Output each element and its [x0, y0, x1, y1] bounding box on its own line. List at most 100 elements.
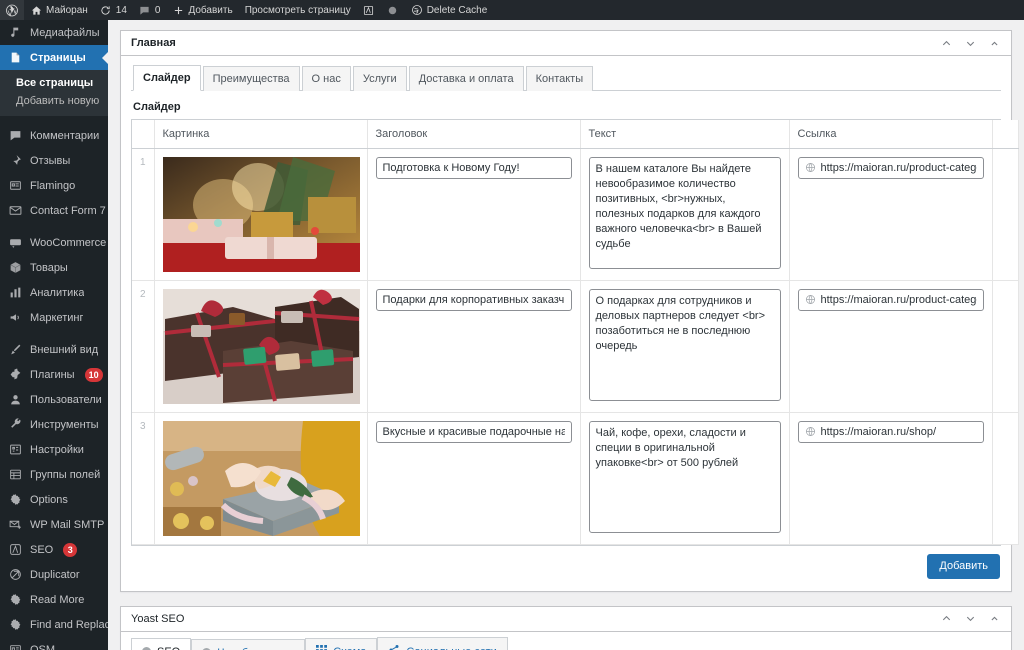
sidebar-item-группы-полей[interactable]: Группы полей [0, 462, 108, 487]
yoast-tab-социальные-сети[interactable]: Социальные сети [377, 636, 508, 650]
tab-доставка-и-оплата[interactable]: Доставка и оплата [408, 66, 524, 91]
sidebar-item-flamingo[interactable]: Flamingo [0, 173, 108, 198]
yoast-tab-label: Читабельность [217, 646, 294, 650]
brown-wrapped-gift-boxes-photo[interactable] [162, 288, 360, 404]
tab-слайдер[interactable]: Слайдер [133, 65, 201, 91]
sidebar-item-страницы[interactable]: Страницы [0, 45, 108, 70]
sidebar-item-маркетинг[interactable]: Маркетинг [0, 305, 108, 330]
cell-title [367, 148, 581, 281]
cell-row-actions[interactable] [992, 280, 1019, 413]
sidebar-item-товары[interactable]: Товары [0, 255, 108, 280]
link-input[interactable]: https://maioran.ru/product-category/stan… [797, 288, 984, 311]
appearance-icon [8, 342, 23, 357]
sidebar-item-read-more[interactable]: Read More [0, 587, 108, 612]
cell-text [580, 412, 790, 545]
new-content-menu[interactable]: Добавить [166, 0, 238, 20]
wordpress-logo-menu[interactable] [0, 0, 24, 20]
sidebar-item-label: Пользователи [30, 393, 102, 406]
sidebar-item-label: Find and Replace [30, 618, 108, 631]
yoast-tab-label: Схема [333, 645, 366, 650]
sidebar-item-wp-mail-smtp[interactable]: WP Mail SMTP [0, 512, 108, 537]
toggle-panel-icon[interactable] [983, 33, 1005, 53]
share-icon [388, 644, 400, 650]
move-up-icon[interactable] [935, 609, 957, 629]
sidebar-item-комментарии[interactable]: Комментарии [0, 123, 108, 148]
repeater-footer: Добавить [131, 546, 1001, 581]
sidebar-item-label: Flamingo [30, 179, 76, 192]
sidebar-item-label: WooCommerce [30, 236, 107, 249]
yoast-tab-seo[interactable]: SEO [131, 637, 192, 650]
cell-title [367, 412, 581, 545]
tab-преимущества[interactable]: Преимущества [202, 66, 300, 91]
move-up-icon[interactable] [935, 33, 957, 53]
postbox-yoast-seo: Yoast SEO SEO Читабельность Схема Социальны… [120, 605, 1012, 650]
cache-icon [411, 4, 423, 16]
updates-menu[interactable]: 14 [94, 0, 133, 20]
view-page-link[interactable]: Просмотреть страницу [239, 0, 357, 20]
title-input[interactable] [375, 420, 572, 443]
sidebar-item-внешний-вид[interactable]: Внешний вид [0, 337, 108, 362]
cell-row-actions[interactable] [992, 148, 1019, 281]
row-order-handle[interactable]: 3 [132, 412, 155, 545]
sidebar-subitem-добавить-новую[interactable]: Добавить новую [0, 92, 108, 110]
text-textarea[interactable] [588, 420, 781, 533]
move-down-icon[interactable] [959, 609, 981, 629]
sidebar-item-options[interactable]: Options [0, 487, 108, 512]
text-textarea[interactable] [588, 288, 781, 401]
sidebar-item-аналитика[interactable]: Аналитика [0, 280, 108, 305]
yoast-tab-читабельность[interactable]: Читабельность [191, 638, 306, 650]
yoast-tab-схема[interactable]: Схема [305, 637, 378, 650]
postbox-header: Главная [121, 31, 1011, 56]
row-order-handle[interactable]: 2 [132, 280, 155, 413]
table-row: 3 https://maioran.ru/shop/ [132, 412, 1019, 545]
sidebar-item-пользователи[interactable]: Пользователи [0, 387, 108, 412]
findreplace-icon [8, 617, 23, 632]
sidebar-item-label: Внешний вид [30, 343, 99, 356]
link-url-text: https://maioran.ru/product-category/new-… [820, 161, 977, 174]
title-input[interactable] [375, 288, 572, 311]
sidebar-item-find-and-replace[interactable]: Find and Replace [0, 612, 108, 637]
add-row-button[interactable]: Добавить [927, 553, 1000, 579]
text-textarea[interactable] [588, 156, 781, 269]
sidebar-item-contact-form-7[interactable]: Contact Form 7 [0, 198, 108, 223]
column-header-kartinka: Картинка [154, 120, 368, 149]
sidebar-item-плагины[interactable]: Плагины 10 [0, 362, 108, 387]
comments-menu[interactable]: 0 [133, 0, 167, 20]
sidebar-item-отзывы[interactable]: Отзывы [0, 148, 108, 173]
christmas-tree-gifts-photo[interactable] [162, 156, 360, 272]
toggle-panel-icon[interactable] [983, 609, 1005, 629]
tab-контакты[interactable]: Контакты [525, 66, 594, 91]
menu-separator [0, 223, 108, 230]
mail-smtp-icon [8, 517, 23, 532]
cell-row-actions[interactable] [992, 412, 1019, 545]
flamingo-icon [8, 178, 23, 193]
hands-wrapping-gift-photo[interactable] [162, 420, 360, 536]
table-row: 2 https://maioran.ru/product-category/sta… [132, 280, 1019, 413]
products-icon [8, 260, 23, 275]
link-input[interactable]: https://maioran.ru/product-category/new-… [797, 156, 984, 179]
sidebar-item-seo[interactable]: SEO 3 [0, 537, 108, 562]
status-circle-menu[interactable] [381, 0, 405, 20]
move-down-icon[interactable] [959, 33, 981, 53]
sidebar-item-настройки[interactable]: Настройки [0, 437, 108, 462]
field-label-slider: Слайдер [133, 101, 181, 113]
tab-услуги[interactable]: Услуги [352, 66, 407, 91]
delete-cache-menu[interactable]: Delete Cache [405, 0, 494, 20]
sidebar-item-инструменты[interactable]: Инструменты [0, 412, 108, 437]
analytics-icon [8, 285, 23, 300]
sidebar-subitem-все-страницы[interactable]: Все страницы [0, 74, 108, 92]
sidebar-item-медиафайлы[interactable]: Медиафайлы [0, 20, 108, 45]
tab-о-нас[interactable]: О нас [301, 66, 351, 91]
postbox-body: Слайдер Преимущества О нас Услуги Доставка и… [121, 56, 1019, 591]
link-input[interactable]: https://maioran.ru/shop/ [797, 420, 984, 443]
new-content-label: Добавить [188, 4, 233, 16]
site-name-menu[interactable]: Майоран [24, 0, 94, 20]
yoast-menu[interactable] [357, 0, 381, 20]
row-order-handle[interactable]: 1 [132, 148, 155, 281]
cell-link: https://maioran.ru/shop/ [789, 412, 993, 545]
table-row: 1 https://maioran.ru/product-category/new… [132, 148, 1019, 281]
sidebar-item-duplicator[interactable]: Duplicator [0, 562, 108, 587]
title-input[interactable] [375, 156, 572, 179]
sidebar-item-woocommerce[interactable]: WooCommerce [0, 230, 108, 255]
sidebar-item-qsm[interactable]: QSM [0, 637, 108, 650]
